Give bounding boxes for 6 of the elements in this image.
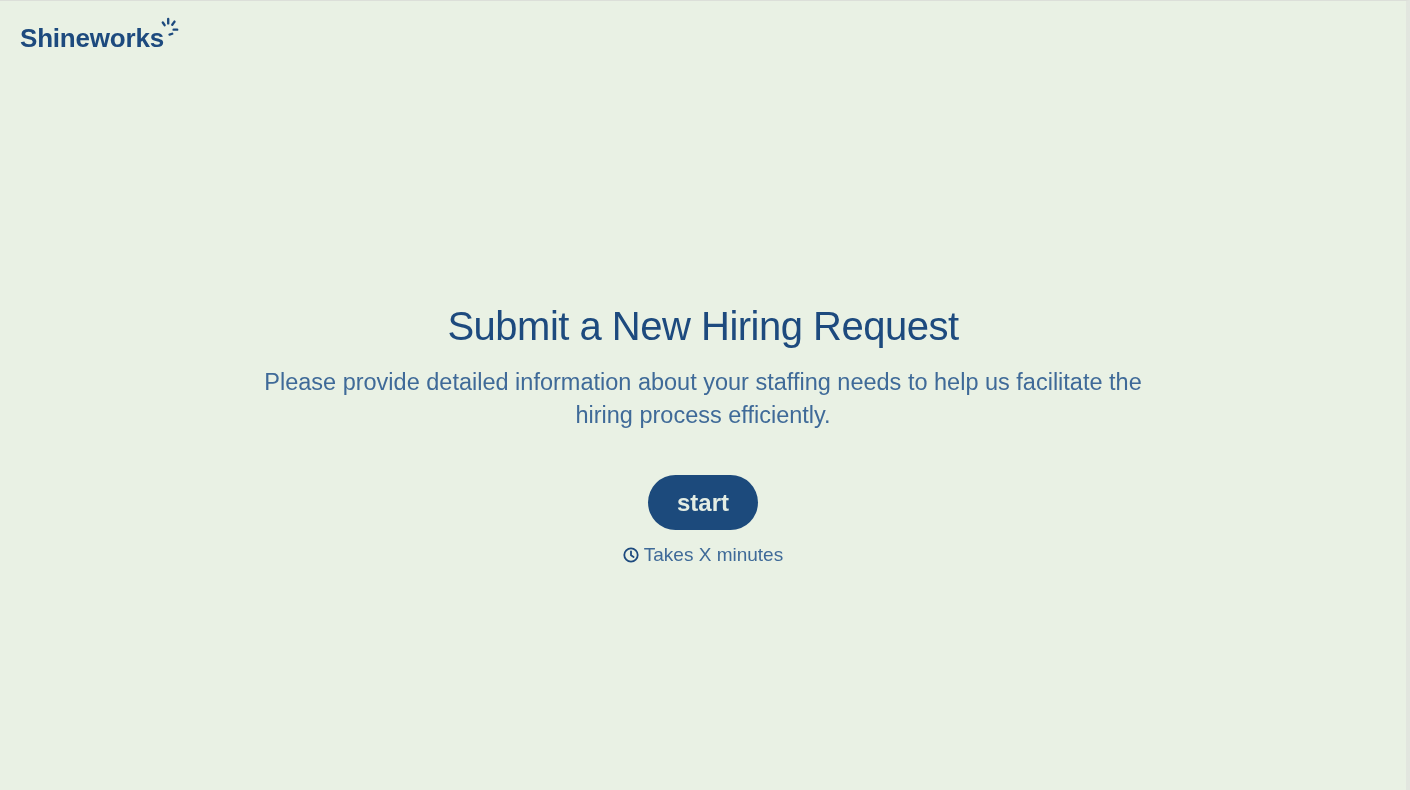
start-button[interactable]: start (648, 475, 758, 530)
clock-icon (622, 547, 639, 563)
page-title: Submit a New Hiring Request (447, 303, 959, 350)
description-text: Please provide detailed information about your staffing needs to help us facilitate the hiring process efficiently. (263, 368, 1143, 430)
brand-logo-text: Shineworks (20, 23, 164, 54)
duration-text: Takes X minutes (643, 544, 784, 566)
